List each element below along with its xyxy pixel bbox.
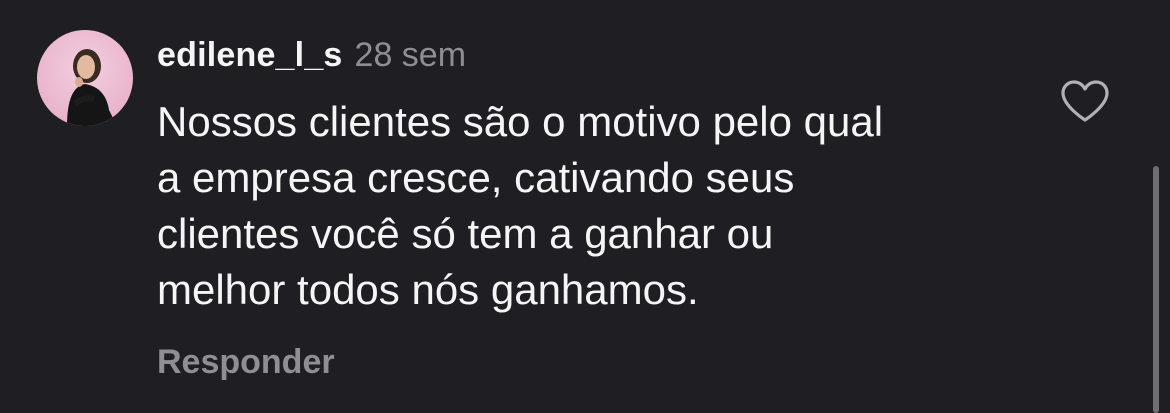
comment-text-line: a empresa cresce, cativando seus	[157, 154, 795, 201]
avatar-photo	[67, 49, 117, 126]
comment-text-line: clientes você só tem a ganhar ou	[157, 210, 774, 257]
comment-text: Nossos clientes são o motivo pelo qual a…	[157, 94, 1037, 318]
comment-header: edilene_l_s 28 sem	[157, 36, 466, 76]
heart-outline-icon	[1061, 80, 1109, 122]
scrollbar[interactable]	[1153, 166, 1159, 413]
comment-text-line: Nossos clientes são o motivo pelo qual	[157, 98, 884, 145]
reply-button[interactable]: Responder	[157, 343, 335, 382]
comment-text-line: melhor todos nós ganhamos.	[157, 266, 699, 313]
like-button[interactable]	[1059, 78, 1111, 124]
user-avatar[interactable]	[37, 30, 133, 126]
timestamp: 28 sem	[354, 36, 467, 74]
comment-item: edilene_l_s 28 sem Nossos clientes são o…	[0, 0, 1170, 413]
username-link[interactable]: edilene_l_s	[157, 36, 343, 75]
